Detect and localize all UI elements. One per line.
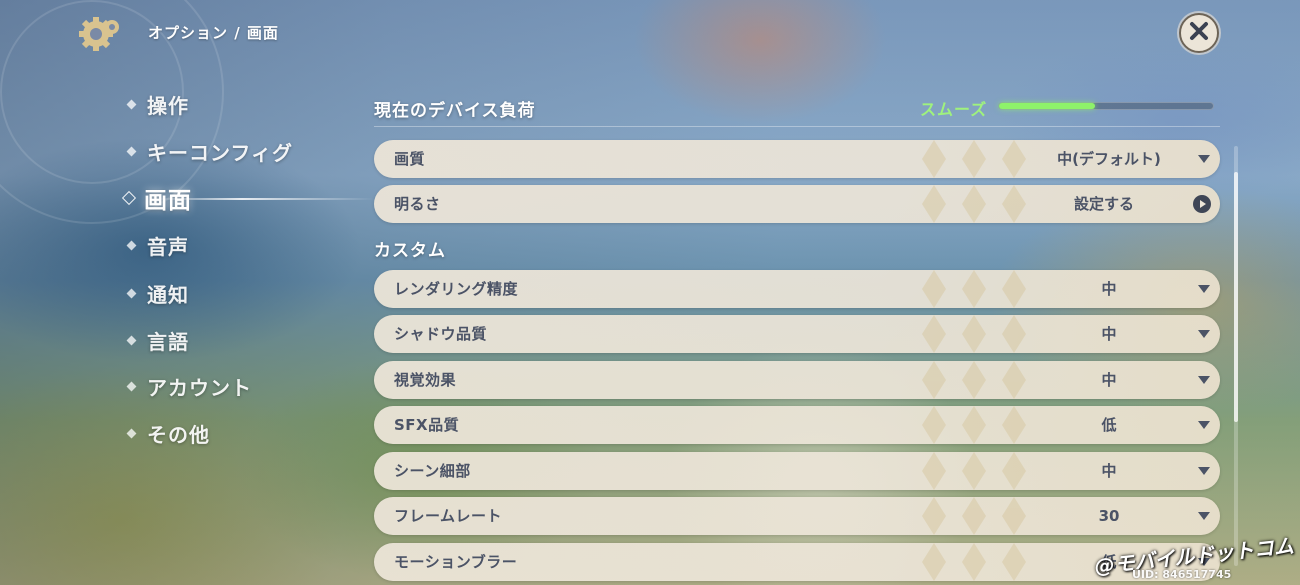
setting-row-motion-blur[interactable]: モーションブラー 低 — [374, 543, 1220, 581]
custom-section-title: カスタム — [374, 241, 446, 261]
sidebar-item-label: 音声 — [147, 234, 189, 259]
setting-row-frame-rate[interactable]: フレームレート 30 — [374, 497, 1220, 535]
diamond-bullet-icon — [126, 288, 137, 298]
sidebar-item-audio[interactable]: 音声 — [126, 227, 189, 263]
setting-label: 明るさ — [394, 195, 441, 213]
setting-value: 低 — [1101, 416, 1117, 434]
setting-label: SFX品質 — [394, 416, 460, 434]
setting-row-scene-detail[interactable]: シーン細部 中 — [374, 452, 1220, 490]
setting-row-shadow-quality[interactable]: シャドウ品質 中 — [374, 315, 1220, 353]
settings-screen: オプション / 画面 操作 キーコンフィグ 画面 音声 通知 言語 アカウント … — [0, 0, 1300, 585]
caret-down-icon[interactable] — [1198, 285, 1210, 293]
row-pattern-decoration — [922, 185, 1026, 223]
arrow-right-circle-icon[interactable] — [1193, 195, 1211, 213]
setting-value: 中 — [1101, 280, 1117, 298]
diamond-bullet-icon — [126, 428, 137, 438]
caret-down-icon[interactable] — [1198, 155, 1210, 163]
setting-value: 中 — [1101, 325, 1117, 343]
setting-value: 設定する — [1073, 195, 1134, 213]
diamond-bullet-icon — [126, 381, 137, 391]
active-highlight-streak — [154, 198, 374, 200]
sidebar-item-key-config[interactable]: キーコンフィグ — [126, 133, 293, 169]
setting-label: シャドウ品質 — [394, 325, 488, 343]
diamond-bullet-icon — [126, 335, 137, 345]
breadcrumb: オプション / 画面 — [148, 24, 279, 42]
diamond-bullet-icon — [126, 99, 137, 109]
diamond-bullet-icon — [126, 240, 137, 250]
active-diamond-icon — [121, 190, 137, 206]
scrollbar[interactable] — [1234, 146, 1238, 566]
sidebar-item-label: その他 — [147, 422, 210, 447]
sidebar-item-label: キーコンフィグ — [147, 140, 293, 165]
setting-row-visual-effects[interactable]: 視覚効果 中 — [374, 361, 1220, 399]
setting-value: 中(デフォルト) — [1057, 150, 1161, 168]
sidebar-item-label: 言語 — [147, 329, 189, 354]
sidebar-item-display[interactable]: 画面 — [121, 180, 374, 216]
setting-label: フレームレート — [394, 507, 503, 525]
setting-value: 30 — [1098, 507, 1120, 525]
setting-label: 画質 — [394, 150, 426, 168]
device-load-bar-fill — [999, 103, 1096, 109]
sidebar-item-controls[interactable]: 操作 — [126, 86, 189, 122]
scrollbar-thumb[interactable] — [1234, 172, 1238, 422]
sidebar-item-account[interactable]: アカウント — [126, 368, 252, 404]
sidebar-item-label: アカウント — [147, 375, 252, 400]
setting-value: 中 — [1101, 462, 1117, 480]
setting-row-sfx-quality[interactable]: SFX品質 低 — [374, 406, 1220, 444]
setting-label: モーションブラー — [394, 553, 518, 571]
sidebar-item-label: 通知 — [147, 282, 189, 307]
device-load-title: 現在のデバイス負荷 — [374, 101, 536, 121]
setting-row-quality[interactable]: 画質 中(デフォルト) — [374, 140, 1220, 178]
caret-down-icon[interactable] — [1198, 512, 1210, 520]
sidebar-item-language[interactable]: 言語 — [126, 322, 189, 358]
setting-row-brightness[interactable]: 明るさ 設定する — [374, 185, 1220, 223]
caret-down-icon[interactable] — [1198, 421, 1210, 429]
caret-down-icon[interactable] — [1198, 376, 1210, 384]
uid-label: UID: 846517745 — [1132, 568, 1232, 581]
divider — [374, 126, 1220, 127]
caret-down-icon[interactable] — [1198, 330, 1210, 338]
device-load-status: スムーズ — [920, 100, 988, 119]
sidebar-item-other[interactable]: その他 — [126, 415, 210, 451]
settings-panel: 現在のデバイス負荷 スムーズ 画質 中(デフォルト) 明るさ 設定する カスタム… — [374, 0, 1234, 585]
sidebar-item-label: 操作 — [147, 93, 189, 118]
device-load-bar — [998, 102, 1214, 110]
caret-down-icon[interactable] — [1198, 467, 1210, 475]
gear-icon — [76, 14, 126, 54]
setting-label: 視覚効果 — [394, 371, 457, 389]
setting-label: レンダリング精度 — [394, 280, 519, 298]
setting-value: 中 — [1101, 371, 1117, 389]
setting-label: シーン細部 — [394, 462, 471, 480]
setting-row-render-resolution[interactable]: レンダリング精度 中 — [374, 270, 1220, 308]
sidebar-item-notifications[interactable]: 通知 — [126, 275, 189, 311]
diamond-bullet-icon — [126, 146, 137, 156]
